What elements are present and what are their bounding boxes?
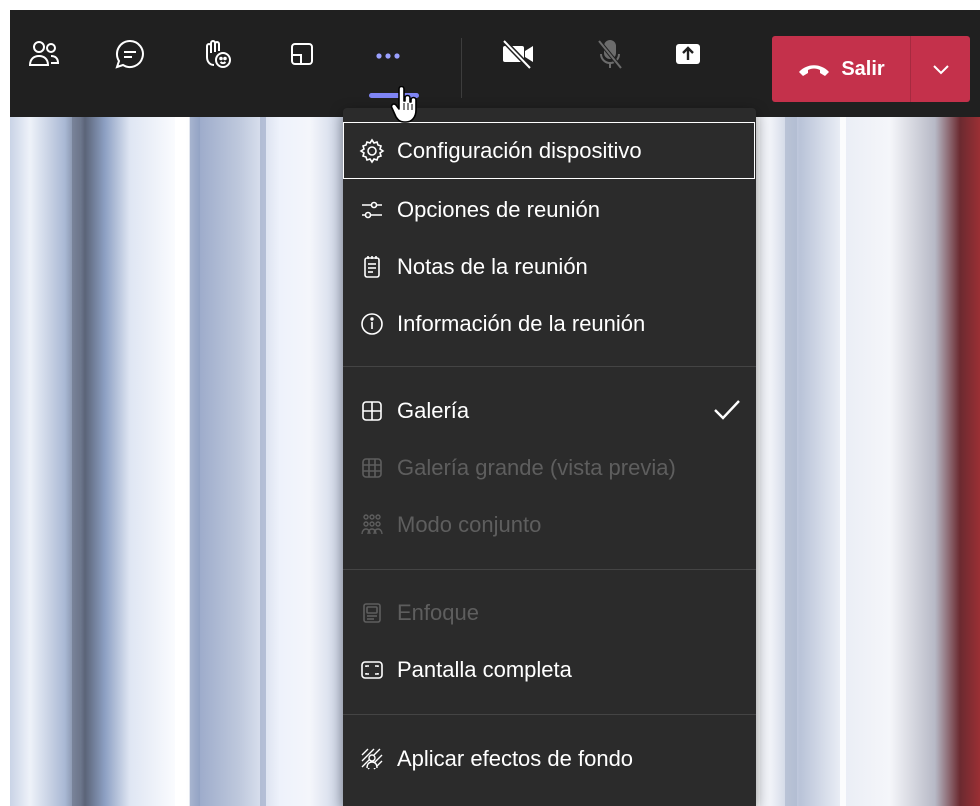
menu-item-focus[interactable]: Enfoque (343, 584, 756, 641)
fullscreen-icon (361, 660, 383, 679)
menu-separator (343, 714, 756, 715)
hang-up-icon (799, 65, 830, 76)
notes-icon (364, 255, 380, 278)
menu-item-meeting-info[interactable]: Información de la reunión (343, 295, 756, 352)
more-actions-menu: Configuración dispositivo Opciones de re… (343, 108, 756, 806)
menu-item-label: Galería grande (vista previa) (397, 454, 676, 480)
menu-item-label: Opciones de reunión (397, 196, 601, 222)
large-gallery-icon (362, 457, 382, 478)
checkmark-icon (712, 396, 742, 430)
menu-item-label: Galería (397, 397, 470, 423)
menu-separator (343, 366, 756, 367)
leave-options-button[interactable] (911, 36, 970, 102)
leave-button-group: Salir (772, 36, 970, 102)
more-actions-button[interactable] (366, 32, 410, 76)
mic-button[interactable] (588, 32, 632, 76)
camera-button[interactable] (496, 32, 540, 76)
info-icon (361, 312, 383, 335)
rooms-button[interactable] (280, 32, 324, 76)
raise-hand-icon (206, 40, 231, 68)
more-actions-icon (376, 53, 400, 59)
sliders-icon (362, 201, 382, 218)
menu-item-meeting-notes[interactable]: Notas de la reunión (343, 238, 756, 295)
menu-separator (343, 569, 756, 570)
menu-item-large-gallery[interactable]: Galería grande (vista previa) (343, 439, 756, 496)
hand-cursor-icon (390, 85, 420, 133)
gallery-icon (362, 400, 382, 421)
participants-icon (28, 41, 60, 66)
menu-item-label: Pantalla completa (397, 656, 572, 682)
menu-item-label: Enfoque (397, 599, 479, 625)
background-effects-icon (361, 748, 383, 769)
menu-item-gallery[interactable]: Galería (343, 382, 756, 439)
menu-item-together-mode[interactable]: Modo conjunto (343, 496, 756, 553)
menu-item-label: Notas de la reunión (397, 253, 588, 279)
camera-off-icon (502, 39, 533, 70)
together-mode-icon (361, 513, 383, 534)
chat-icon (115, 39, 144, 69)
chat-button[interactable] (108, 32, 152, 76)
menu-item-label: Configuración dispositivo (397, 137, 642, 163)
gear-icon (359, 138, 385, 163)
menu-item-meeting-options[interactable]: Opciones de reunión (343, 181, 756, 238)
mic-off-icon (597, 39, 623, 70)
menu-item-background-effects[interactable]: Aplicar efectos de fondo (343, 730, 756, 787)
focus-icon (363, 602, 381, 623)
chevron-down-icon (932, 65, 949, 75)
meeting-toolbar: Salir (10, 10, 980, 117)
menu-item-label: Información de la reunión (397, 310, 646, 336)
share-tray-icon (676, 44, 700, 64)
menu-item-label: Aplicar efectos de fondo (397, 745, 634, 771)
leave-label: Salir (841, 57, 885, 80)
participants-button[interactable] (22, 32, 66, 76)
leave-button[interactable]: Salir (772, 36, 910, 102)
rooms-icon (291, 43, 313, 65)
react-button[interactable] (194, 32, 238, 76)
toolbar-divider (461, 38, 462, 98)
share-button[interactable] (666, 32, 710, 76)
menu-item-label: Modo conjunto (397, 511, 542, 537)
menu-item-fullscreen[interactable]: Pantalla completa (343, 641, 756, 698)
